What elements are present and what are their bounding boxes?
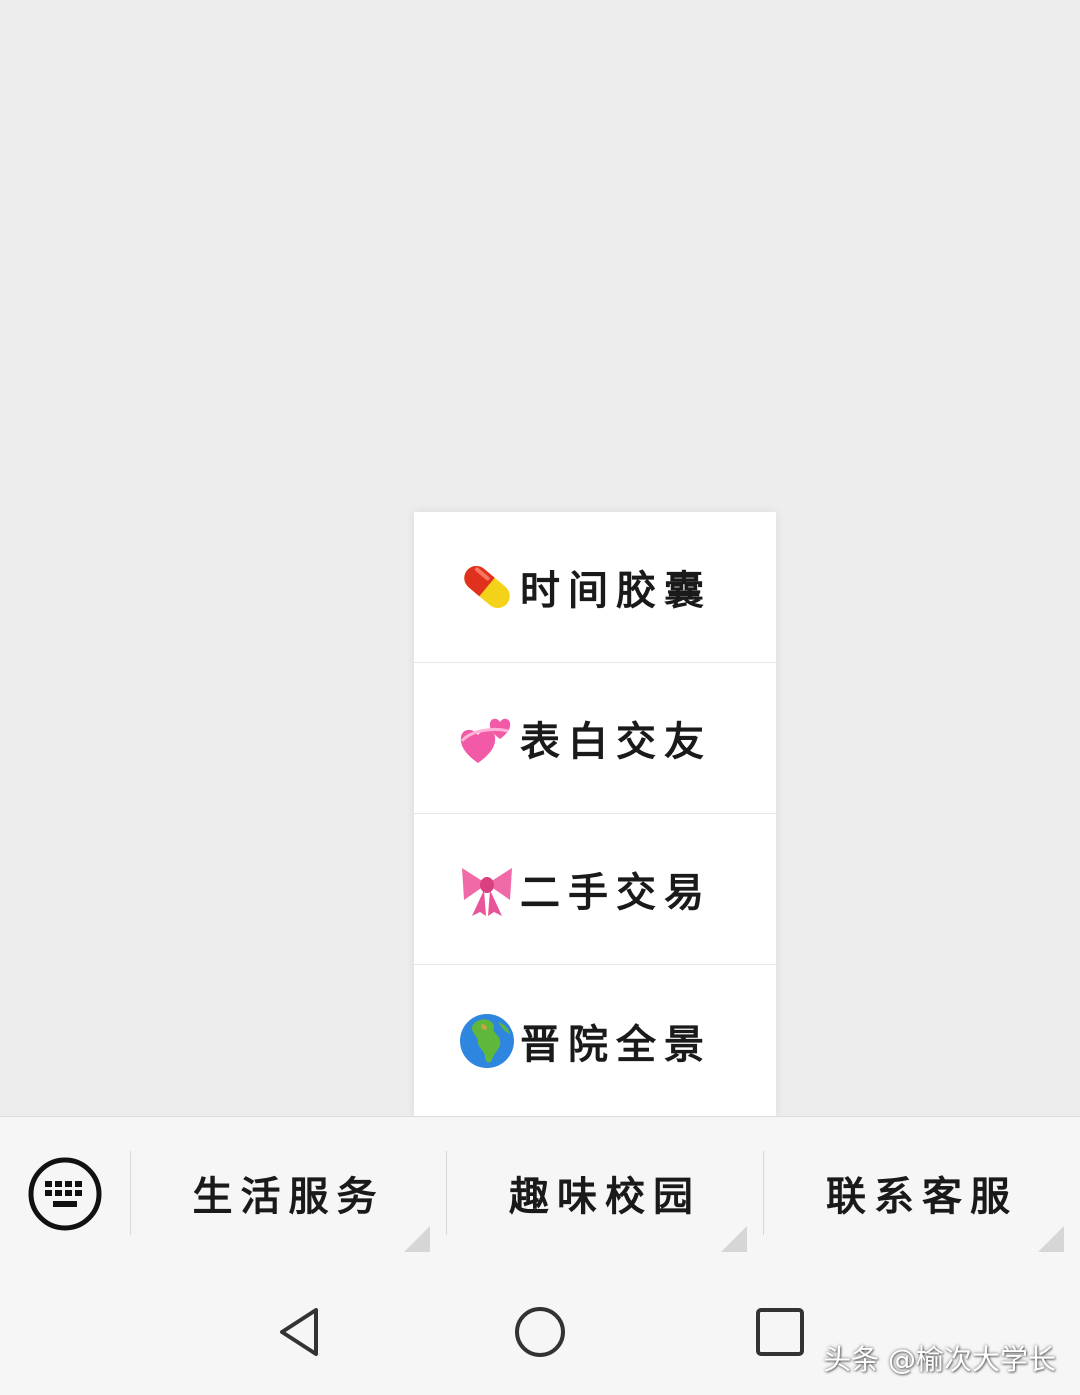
watermark: 头条 @榆次大学长 <box>823 1343 1056 1376</box>
menu-tab-contact-service[interactable]: 联系客服 <box>764 1117 1080 1269</box>
ribbon-icon <box>462 868 512 916</box>
submenu-item-time-capsule[interactable]: 时间胶囊 <box>414 512 776 663</box>
submenu-popup: 时间胶囊 表白交友 二手交易 晋院全景 <box>414 512 776 1116</box>
globe-icon <box>460 1013 514 1068</box>
submenu-item-campus-panorama[interactable]: 晋院全景 <box>414 965 776 1116</box>
submenu-item-label: 晋院全景 <box>520 1020 712 1068</box>
submenu-item-confession-dating[interactable]: 表白交友 <box>414 663 776 814</box>
recents-icon[interactable] <box>752 1304 808 1360</box>
menu-tab-label: 联系客服 <box>826 1173 1018 1220</box>
menu-tab-label: 趣味校园 <box>509 1173 701 1220</box>
revolving-hearts-icon <box>460 718 511 763</box>
keyboard-icon[interactable] <box>28 1157 102 1231</box>
submenu-item-label: 二手交易 <box>520 869 712 916</box>
menu-tab-fun-campus[interactable]: 趣味校园 <box>447 1117 763 1269</box>
submenu-indicator-icon <box>721 1226 747 1252</box>
submenu-indicator-icon <box>1038 1226 1064 1252</box>
home-icon[interactable] <box>512 1304 568 1360</box>
submenu-item-second-hand[interactable]: 二手交易 <box>414 814 776 965</box>
back-icon[interactable] <box>272 1304 328 1360</box>
submenu-item-label: 表白交友 <box>520 718 712 765</box>
menu-tab-label: 生活服务 <box>192 1173 385 1220</box>
menu-tab-life-services[interactable]: 生活服务 <box>131 1117 446 1269</box>
custom-menu-bar: 生活服务 趣味校园 联系客服 <box>0 1116 1080 1268</box>
submenu-item-label: 时间胶囊 <box>520 567 712 614</box>
system-nav-bar: 头条 @榆次大学长 <box>0 1268 1080 1395</box>
pill-icon <box>464 566 510 608</box>
submenu-indicator-icon <box>404 1226 430 1252</box>
